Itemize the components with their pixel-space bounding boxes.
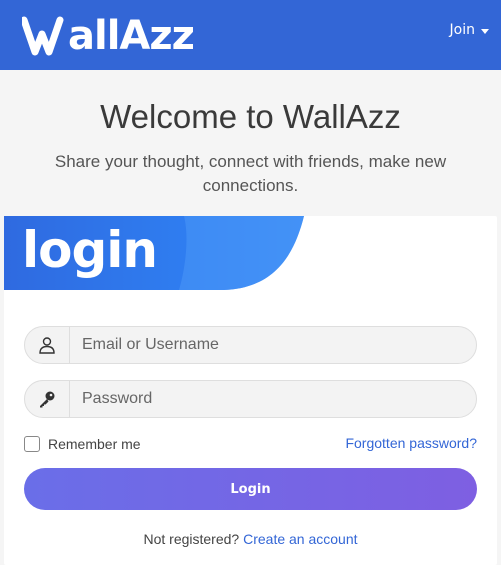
remember-label: Remember me — [48, 436, 141, 452]
password-input[interactable] — [70, 381, 476, 417]
forgot-password-link[interactable]: Forgotten password? — [345, 435, 477, 451]
page-title: Welcome to WallAzz — [100, 98, 401, 135]
key-icon — [25, 381, 70, 417]
caret-down-icon — [481, 28, 489, 34]
login-heading: login — [22, 221, 158, 279]
page-subtitle: Share your thought, connect with friends… — [54, 152, 447, 195]
remember-me[interactable]: Remember me — [24, 436, 141, 452]
password-input-group — [24, 380, 477, 418]
user-icon — [25, 327, 70, 363]
login-card: login Remember me Forgotten password? Lo… — [4, 216, 497, 565]
create-account-link[interactable]: Create an account — [243, 531, 357, 547]
register-prompt-text: Not registered? — [143, 531, 240, 547]
navbar: allAzz Join — [0, 0, 501, 70]
register-prompt: Not registered? Create an account — [4, 531, 497, 547]
join-dropdown[interactable]: Join — [450, 22, 489, 38]
logo-text: allAzz — [68, 13, 195, 59]
join-label: Join — [449, 22, 475, 38]
logo-w-icon — [22, 16, 64, 56]
email-input-group — [24, 326, 477, 364]
brand-logo[interactable]: allAzz — [22, 13, 195, 59]
remember-checkbox[interactable] — [24, 436, 40, 452]
login-card-header: login — [4, 216, 304, 290]
login-button[interactable]: Login — [24, 468, 477, 510]
email-input[interactable] — [70, 327, 476, 363]
